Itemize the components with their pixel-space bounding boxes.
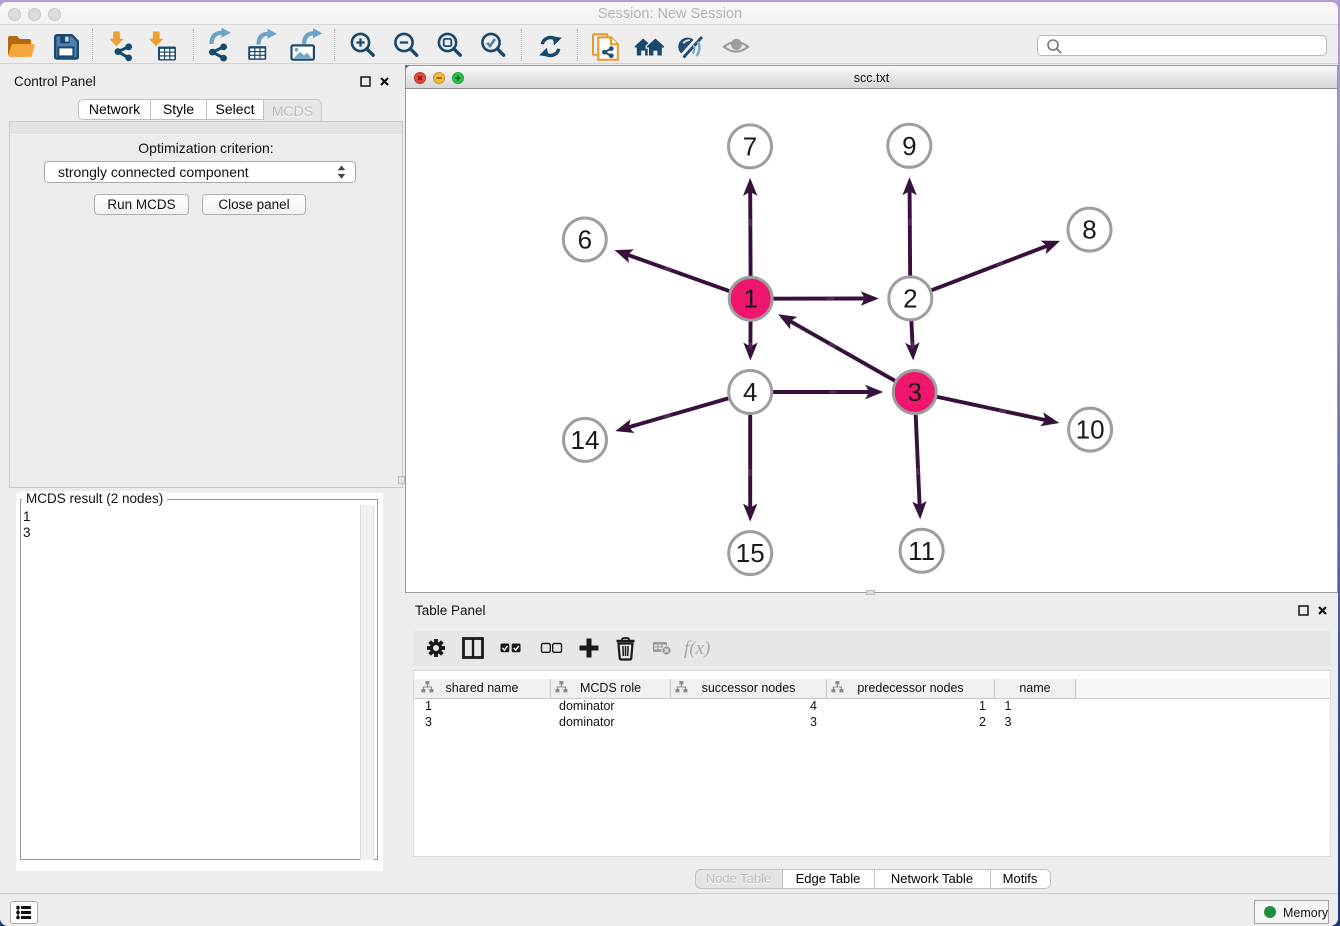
svg-text:14: 14 [571,424,600,454]
svg-text:3: 3 [907,377,921,407]
svg-text:6: 6 [578,224,592,254]
svg-text:9: 9 [902,130,916,160]
svg-text:10: 10 [1076,414,1105,444]
svg-text:f(x): f(x) [684,638,710,659]
svg-text:1: 1 [743,283,757,313]
svg-text:15: 15 [736,538,765,568]
svg-text:4: 4 [743,377,757,407]
svg-text:11: 11 [908,535,935,565]
svg-text:8: 8 [1082,214,1096,244]
svg-text:2: 2 [903,283,917,313]
svg-text:7: 7 [743,131,757,161]
